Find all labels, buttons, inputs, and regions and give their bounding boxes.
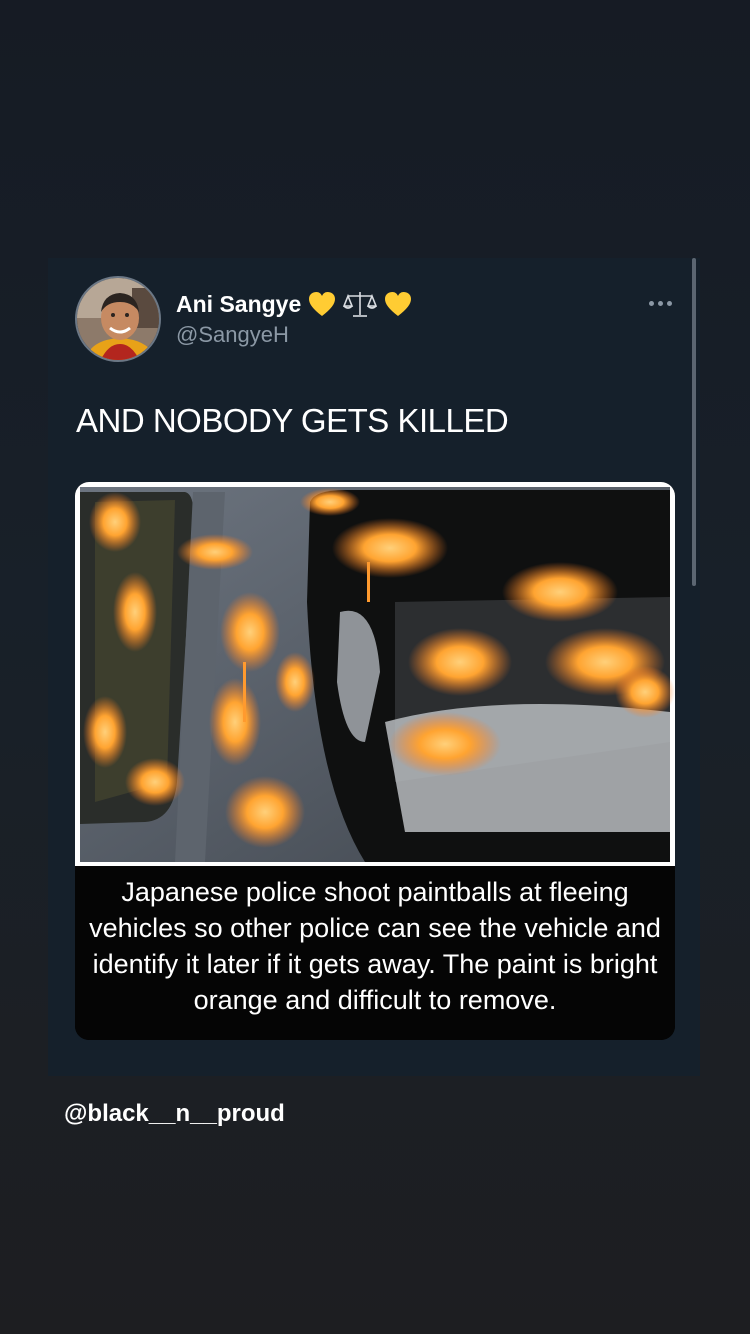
- display-name[interactable]: Ani Sangye: [176, 291, 301, 318]
- scrollbar[interactable]: [692, 258, 696, 586]
- avatar[interactable]: [75, 276, 161, 362]
- yellow-heart-icon: [385, 292, 412, 316]
- tweet-text: AND NOBODY GETS KILLED: [76, 402, 509, 439]
- more-options-icon[interactable]: [640, 292, 680, 314]
- avatar-image: [77, 278, 159, 360]
- yellow-heart-icon: [309, 292, 336, 316]
- image-caption: Japanese police shoot paintballs at flee…: [89, 877, 661, 1015]
- tweet-author-row[interactable]: Ani Sangye: [176, 286, 413, 322]
- story-watermark: @black__n__proud: [64, 1100, 285, 1127]
- balance-scale-icon: [343, 292, 378, 317]
- paintball-car-photo: [75, 482, 675, 866]
- username-handle[interactable]: @SangyeH: [176, 322, 289, 348]
- tweet-media[interactable]: Japanese police shoot paintballs at flee…: [75, 482, 675, 1040]
- caption-box: Japanese police shoot paintballs at flee…: [75, 866, 675, 1040]
